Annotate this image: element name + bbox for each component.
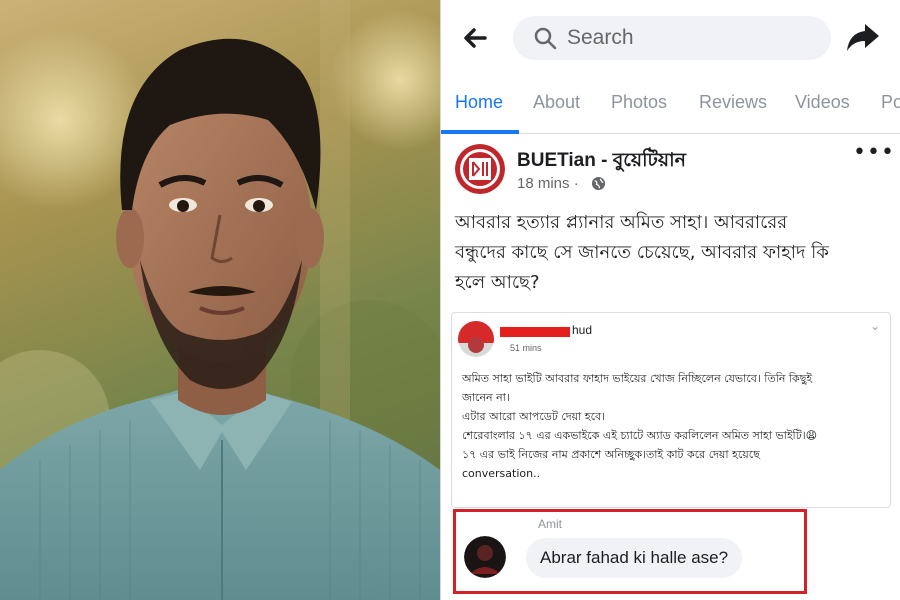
- buetian-logo-icon: [455, 144, 505, 194]
- globe-icon: [591, 176, 606, 191]
- tab-reviews[interactable]: Reviews: [699, 92, 767, 113]
- shared-timestamp: 51 mins: [510, 343, 542, 353]
- portrait-photo: [0, 0, 440, 600]
- tab-posts[interactable]: Po: [881, 92, 900, 113]
- shared-line: জানেন না।: [462, 391, 510, 404]
- active-tab-indicator: [441, 130, 519, 134]
- tab-photos[interactable]: Photos: [611, 92, 667, 113]
- top-bar: [441, 0, 900, 72]
- comment-bubble[interactable]: Abrar fahad ki halle ase?: [526, 538, 743, 578]
- user-avatar-icon: [458, 321, 494, 357]
- page-name[interactable]: BUETian - বুয়েটিয়ান: [517, 146, 686, 178]
- shared-line: ১৭ এর ভাই নিজের নাম প্রকাশে অনিচ্ছুক।তাই…: [462, 448, 760, 461]
- arrow-left-icon[interactable]: [459, 22, 491, 54]
- chevron-down-icon[interactable]: ⌄: [870, 319, 880, 333]
- redacted-name-bar: [500, 327, 570, 337]
- comment-author: Amit: [538, 517, 562, 531]
- shared-post-body: অমিত সাহা ভাইটি আবরার ফাহাদ ভাইয়ের খোজ …: [462, 369, 890, 483]
- shared-post-screenshot: hud 51 mins ⌄ অমিত সাহা ভাইটি আবরার ফাহা…: [451, 312, 891, 508]
- page-tabs: Home About Photos Reviews Videos Po: [441, 74, 900, 134]
- person-portrait-illustration: [0, 0, 440, 600]
- page-avatar[interactable]: [455, 144, 505, 194]
- shared-author-name: hud: [572, 323, 593, 337]
- avatar: [458, 321, 494, 357]
- search-icon: [534, 27, 557, 50]
- search-bar[interactable]: [513, 16, 831, 60]
- shared-line: শেরেবাংলার ১৭ এর একভাইকে এই চ্যাটে অ্যাড…: [462, 429, 818, 442]
- more-options-button[interactable]: •••: [853, 140, 895, 165]
- shared-line: conversation..: [462, 467, 541, 480]
- search-input[interactable]: [567, 22, 807, 54]
- post-text: আবরার হত্যার প্ল্যানার অমিত সাহা। আবরারে…: [455, 208, 891, 298]
- shared-line: অমিত সাহা ভাইটি আবরার ফাহাদ ভাইয়ের খোজ …: [462, 372, 813, 385]
- tab-about[interactable]: About: [533, 92, 580, 113]
- post-text-line: বন্ধুদের কাছে সে জানতে চেয়েছে, আবরার ফা…: [455, 242, 829, 263]
- post-timestamp[interactable]: 18 mins ·: [517, 175, 579, 192]
- post-text-line: হলে আছে?: [455, 272, 540, 293]
- post-text-line: আবরার হত্যার প্ল্যানার অমিত সাহা। আবরারে…: [455, 212, 788, 233]
- avatar[interactable]: [464, 536, 506, 578]
- facebook-page-screenshot: Home About Photos Reviews Videos Po BUET…: [440, 0, 900, 600]
- share-arrow-icon[interactable]: [845, 20, 881, 54]
- user-avatar-icon: [464, 536, 506, 578]
- tab-home[interactable]: Home: [455, 92, 503, 113]
- highlighted-comment: Amit Abrar fahad ki halle ase?: [453, 509, 807, 594]
- shared-line: এটার আরো আপডেট দেয়া হবে।: [462, 410, 606, 423]
- post-header: BUETian - বুয়েটিয়ান 18 mins · •••: [441, 136, 900, 206]
- tab-videos[interactable]: Videos: [795, 92, 850, 113]
